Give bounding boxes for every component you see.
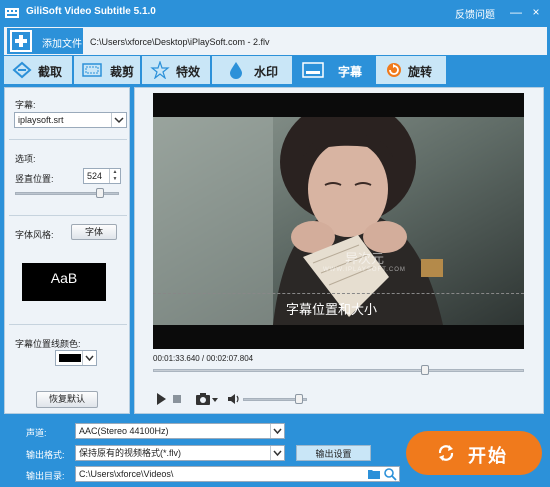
chevron-down-icon	[82, 351, 96, 365]
playback-time: 00:01:33.640 / 00:02:07.804	[153, 354, 254, 363]
watermark-icon	[230, 62, 242, 79]
subtitle-icon	[302, 62, 324, 78]
divider	[9, 139, 127, 140]
close-button[interactable]: ×	[528, 3, 544, 21]
add-file-label: 添加文件	[42, 39, 82, 50]
seek-thumb[interactable]	[420, 365, 429, 375]
tab-trim-label: 裁剪	[110, 65, 135, 79]
chevron-down-icon	[270, 424, 284, 438]
subtitle-text: 字幕位置和大小	[286, 302, 378, 317]
line-color-picker[interactable]	[55, 350, 97, 366]
file-row: 添加文件 C:\Users\xforce\Desktop\iPlaySoft.c…	[4, 27, 547, 55]
preview-panel: 异次元 WWW.IPLAYSOFT.COM 字幕位置和大小 00:01:33.6…	[134, 87, 544, 414]
tab-crop-label: 截取	[38, 65, 63, 79]
tab-subtitle-label: 字幕	[338, 65, 363, 79]
play-icon[interactable]	[155, 392, 167, 406]
font-preview: AaB	[22, 263, 106, 301]
font-style-label: 字体风格:	[15, 230, 54, 240]
chevron-down-icon	[111, 113, 126, 127]
vertical-position-spinner[interactable]: 524 ▲ ▼	[83, 168, 121, 184]
search-icon[interactable]	[384, 468, 397, 481]
watermark-sub: WWW.IPLAYSOFT.COM	[323, 267, 406, 273]
tab-rotate[interactable]: 旋转	[376, 56, 446, 84]
add-file-button[interactable]: 添加文件	[7, 28, 83, 54]
stop-icon[interactable]	[172, 392, 182, 406]
subtitle-position-line	[153, 293, 524, 294]
tab-watermark[interactable]: 水印	[212, 56, 292, 84]
subtitle-label: 字幕:	[15, 100, 36, 110]
subtitle-file-value: iplaysoft.srt	[18, 115, 64, 125]
add-file-icon	[10, 30, 32, 52]
divider	[9, 324, 127, 325]
format-value: 保持原有的视频格式(*.flv)	[79, 448, 181, 458]
subtitle-settings-panel: 字幕: iplaysoft.srt 选项: 竖直位置: 524 ▲ ▼ 字体风格:…	[4, 87, 130, 414]
folder-icon[interactable]	[367, 468, 381, 480]
output-bar: 声道: AAC(Stereo 44100Hz) 输出格式: 保持原有的视频格式(…	[4, 416, 547, 486]
reset-default-button[interactable]: 恢复默认	[36, 391, 98, 408]
tab-watermark-label: 水印	[254, 65, 279, 79]
vertical-position-value: 524	[87, 171, 103, 181]
watermark-logo: 异次元 WWW.IPLAYSOFT.COM	[323, 248, 406, 273]
audio-label: 声道:	[26, 428, 47, 438]
video-preview: 异次元 WWW.IPLAYSOFT.COM 字幕位置和大小	[153, 93, 524, 349]
tab-subtitle[interactable]: 字幕	[294, 56, 374, 84]
file-path: C:\Users\xforce\Desktop\iPlaySoft.com - …	[90, 37, 270, 47]
seek-bar[interactable]	[153, 369, 524, 372]
feedback-link[interactable]: 反馈问题	[455, 6, 495, 21]
line-color-label: 字幕位置线颜色:	[15, 339, 81, 349]
minimize-button[interactable]: —	[508, 3, 524, 21]
format-label: 输出格式:	[26, 450, 65, 460]
format-select[interactable]: 保持原有的视频格式(*.flv)	[75, 445, 285, 461]
watermark-main: 异次元	[344, 251, 384, 266]
font-button[interactable]: 字体	[71, 224, 117, 240]
output-dir-label: 输出目录:	[26, 471, 65, 481]
subtitle-file-select[interactable]: iplaysoft.srt	[14, 112, 127, 128]
app-logo-icon	[5, 8, 19, 18]
tab-bar: 截取 裁剪 特效 水印 字幕 旋转	[4, 56, 547, 85]
chevron-down-icon	[270, 446, 284, 460]
tab-effects-label: 特效	[176, 65, 201, 79]
vertical-position-slider-thumb[interactable]	[96, 188, 105, 198]
volume-slider-thumb[interactable]	[295, 394, 303, 404]
output-dir-value: C:\Users\xforce\Videos\	[79, 469, 174, 479]
app-title: GiliSoft Video Subtitle 5.1.0	[26, 6, 156, 17]
rotate-icon	[387, 63, 401, 77]
start-label: 开始	[468, 446, 508, 466]
start-button[interactable]: 开始	[406, 431, 542, 475]
crop-icon	[12, 61, 32, 79]
convert-icon	[438, 445, 454, 461]
audio-value: AAC(Stereo 44100Hz)	[79, 426, 169, 436]
line-color-swatch	[59, 354, 81, 362]
output-dir-field[interactable]: C:\Users\xforce\Videos\	[75, 466, 400, 482]
trim-icon	[82, 63, 102, 77]
output-settings-button[interactable]: 输出设置	[296, 445, 371, 461]
tab-trim[interactable]: 裁剪	[74, 56, 140, 84]
tab-rotate-label: 旋转	[408, 65, 433, 79]
snapshot-icon[interactable]	[195, 392, 219, 406]
title-bar: GiliSoft Video Subtitle 5.1.0 反馈问题 — ×	[0, 0, 550, 26]
app-window: GiliSoft Video Subtitle 5.1.0 反馈问题 — × 添…	[0, 0, 550, 487]
effects-icon	[150, 61, 170, 79]
vertical-position-label: 竖直位置:	[15, 174, 54, 184]
options-label: 选项:	[15, 154, 36, 164]
divider	[9, 215, 127, 216]
spinner-arrows-icon[interactable]: ▲ ▼	[109, 169, 120, 183]
tab-crop[interactable]: 截取	[4, 56, 72, 84]
audio-select[interactable]: AAC(Stereo 44100Hz)	[75, 423, 285, 439]
tab-effects[interactable]: 特效	[142, 56, 210, 84]
volume-icon[interactable]	[227, 392, 241, 406]
